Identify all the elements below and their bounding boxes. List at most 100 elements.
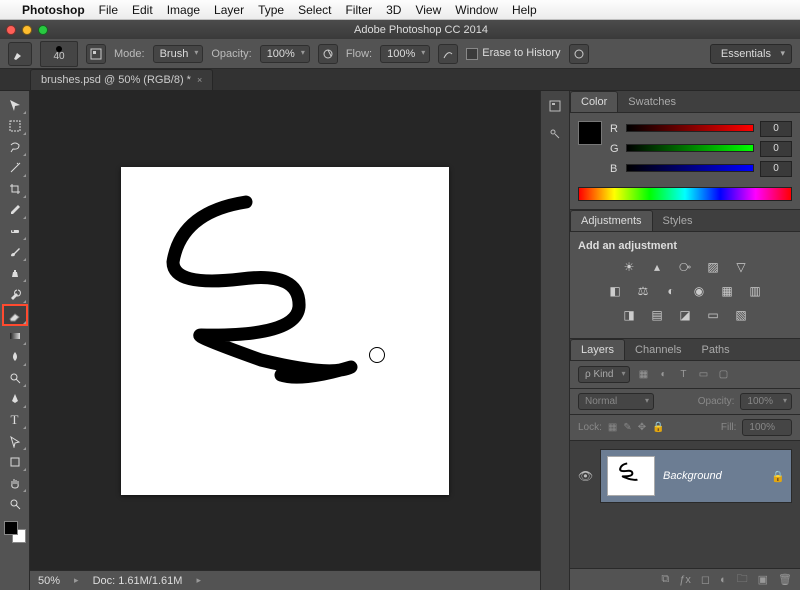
- hue-adjust-icon[interactable]: ◧: [606, 282, 624, 300]
- path-selection-tool[interactable]: [3, 431, 27, 451]
- layer-thumbnail[interactable]: [607, 456, 655, 496]
- colorlookup-adjust-icon[interactable]: ▥: [746, 282, 764, 300]
- zoom-level[interactable]: 50%: [38, 575, 60, 587]
- history-panel-icon[interactable]: [546, 97, 564, 115]
- document-tab[interactable]: brushes.psd @ 50% (RGB/8) * ×: [30, 69, 213, 90]
- lock-transparency-icon[interactable]: ▦: [608, 422, 617, 433]
- layer-opacity-dropdown[interactable]: 100%: [740, 393, 792, 410]
- tab-adjustments[interactable]: Adjustments: [570, 210, 653, 231]
- tab-paths[interactable]: Paths: [692, 340, 740, 360]
- layer-style-icon[interactable]: ƒx: [679, 574, 691, 586]
- shape-tool[interactable]: [3, 452, 27, 472]
- curves-adjust-icon[interactable]: ⧂: [676, 258, 694, 276]
- menu-3d[interactable]: 3D: [386, 3, 401, 17]
- lock-all-icon[interactable]: 🔒: [652, 422, 664, 433]
- document-canvas[interactable]: [121, 167, 449, 495]
- history-brush-tool[interactable]: [3, 284, 27, 304]
- foreground-background-swatch[interactable]: [4, 521, 26, 543]
- tablet-pressure-icon[interactable]: [569, 44, 589, 64]
- gradient-tool[interactable]: [3, 326, 27, 346]
- blend-mode-dropdown[interactable]: Normal: [578, 393, 654, 410]
- menu-filter[interactable]: Filter: [345, 3, 372, 17]
- hand-tool[interactable]: [3, 473, 27, 493]
- erase-history-checkbox[interactable]: Erase to History: [466, 47, 560, 59]
- eyedropper-tool[interactable]: [3, 200, 27, 220]
- levels-adjust-icon[interactable]: ▴: [648, 258, 666, 276]
- filter-smart-icon[interactable]: ▢: [716, 368, 730, 382]
- layer-item-background[interactable]: Background 🔒: [600, 449, 792, 503]
- b-slider[interactable]: [626, 164, 754, 174]
- foreground-color-swatch[interactable]: [4, 521, 18, 535]
- menu-help[interactable]: Help: [512, 3, 537, 17]
- delete-layer-icon[interactable]: 🗑: [778, 573, 792, 586]
- lock-position-icon[interactable]: ✥: [638, 422, 646, 433]
- invert-adjust-icon[interactable]: ◨: [620, 306, 638, 324]
- status-expand-icon[interactable]: ▸: [74, 575, 79, 586]
- eraser-tool[interactable]: [3, 305, 27, 325]
- brightness-adjust-icon[interactable]: ☀: [620, 258, 638, 276]
- airbrush-icon[interactable]: [438, 44, 458, 64]
- photofilter-adjust-icon[interactable]: ◉: [690, 282, 708, 300]
- close-tab-icon[interactable]: ×: [197, 75, 202, 85]
- tab-layers[interactable]: Layers: [570, 339, 625, 360]
- zoom-window-button[interactable]: [38, 25, 48, 35]
- menu-window[interactable]: Window: [455, 3, 498, 17]
- filter-adjust-icon[interactable]: ◐: [656, 368, 670, 382]
- tab-styles[interactable]: Styles: [653, 211, 703, 231]
- tab-swatches[interactable]: Swatches: [618, 92, 686, 112]
- link-layers-icon[interactable]: ⧉: [661, 573, 669, 586]
- workspace-switcher[interactable]: Essentials: [710, 44, 792, 64]
- new-adjustment-layer-icon[interactable]: ◐: [720, 574, 727, 586]
- fill-dropdown[interactable]: 100%: [742, 419, 792, 436]
- minimize-window-button[interactable]: [22, 25, 32, 35]
- posterize-adjust-icon[interactable]: ▤: [648, 306, 666, 324]
- layer-mask-icon[interactable]: ◻: [701, 573, 710, 586]
- current-tool-icon[interactable]: [8, 42, 32, 66]
- properties-panel-icon[interactable]: [546, 125, 564, 143]
- brush-panel-toggle-icon[interactable]: [86, 44, 106, 64]
- filter-shape-icon[interactable]: ▭: [696, 368, 710, 382]
- vibrance-adjust-icon[interactable]: ▽: [732, 258, 750, 276]
- gradientmap-adjust-icon[interactable]: ▭: [704, 306, 722, 324]
- menu-edit[interactable]: Edit: [132, 3, 153, 17]
- tab-color[interactable]: Color: [570, 91, 618, 112]
- new-group-icon[interactable]: 🗀: [737, 570, 748, 589]
- channelmixer-adjust-icon[interactable]: ▦: [718, 282, 736, 300]
- filter-pixel-icon[interactable]: ▦: [636, 368, 650, 382]
- selectivecolor-adjust-icon[interactable]: ▧: [732, 306, 750, 324]
- colorbalance-adjust-icon[interactable]: ⚖: [634, 282, 652, 300]
- pen-tool[interactable]: [3, 389, 27, 409]
- g-slider[interactable]: [626, 144, 754, 154]
- menu-select[interactable]: Select: [298, 3, 331, 17]
- b-value[interactable]: 0: [760, 161, 792, 177]
- move-tool[interactable]: [3, 95, 27, 115]
- g-value[interactable]: 0: [760, 141, 792, 157]
- opacity-dropdown[interactable]: 100%: [260, 45, 310, 63]
- dodge-tool[interactable]: [3, 368, 27, 388]
- threshold-adjust-icon[interactable]: ◪: [676, 306, 694, 324]
- color-spectrum[interactable]: [578, 187, 792, 201]
- flow-dropdown[interactable]: 100%: [380, 45, 430, 63]
- brush-tool[interactable]: [3, 242, 27, 262]
- menu-image[interactable]: Image: [167, 3, 200, 17]
- bw-adjust-icon[interactable]: ◐: [662, 282, 680, 300]
- marquee-tool[interactable]: [3, 116, 27, 136]
- new-layer-icon[interactable]: ▣: [758, 573, 768, 586]
- doc-info-menu-icon[interactable]: ▸: [196, 575, 201, 586]
- layer-visibility-icon[interactable]: 👁: [578, 469, 592, 483]
- mode-dropdown[interactable]: Brush: [153, 45, 204, 63]
- menu-view[interactable]: View: [415, 3, 441, 17]
- filter-type-icon[interactable]: T: [676, 368, 690, 382]
- r-slider[interactable]: [626, 124, 754, 134]
- type-tool[interactable]: T: [3, 410, 27, 430]
- clone-stamp-tool[interactable]: [3, 263, 27, 283]
- menu-type[interactable]: Type: [258, 3, 284, 17]
- r-value[interactable]: 0: [760, 121, 792, 137]
- lasso-tool[interactable]: [3, 137, 27, 157]
- exposure-adjust-icon[interactable]: ▨: [704, 258, 722, 276]
- brush-preset-picker[interactable]: 40: [40, 41, 78, 67]
- layer-filter-dropdown[interactable]: ρ Kind: [578, 366, 630, 383]
- opacity-pressure-icon[interactable]: [318, 44, 338, 64]
- layer-name[interactable]: Background: [663, 470, 763, 482]
- crop-tool[interactable]: [3, 179, 27, 199]
